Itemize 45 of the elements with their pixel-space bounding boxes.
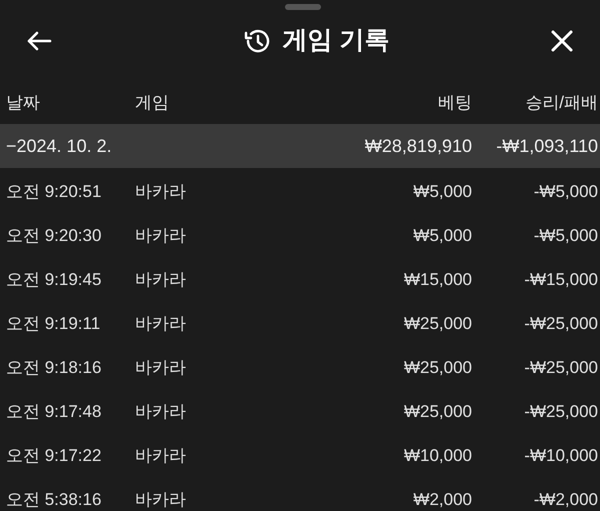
bet-cell-text: ₩25,000 — [402, 313, 472, 336]
result-cell-text: -₩5,000 — [532, 225, 599, 248]
time-cell-text: 오전 9:19:45 — [5, 269, 102, 292]
date-group-row[interactable]: −2024. 10. 2. ₩28,819,910 -₩1,093,110 — [0, 124, 600, 168]
result-cell-text: -₩25,000 — [523, 401, 599, 424]
group-result-total: -₩1,093,110 — [495, 134, 599, 158]
game-cell-text: 바카라 — [135, 401, 187, 424]
game-cell-text: 바카라 — [135, 269, 187, 292]
game-cell-text: 바카라 — [135, 313, 187, 336]
bet-cell-text: ₩25,000 — [402, 357, 472, 380]
bet-cell-text: ₩5,000 — [412, 181, 472, 204]
close-icon[interactable] — [550, 29, 574, 53]
column-header: 날짜 — [5, 92, 41, 114]
column-header: 베팅 — [437, 92, 472, 114]
result-cell-text: -₩10,000 — [523, 445, 599, 468]
history-icon — [242, 28, 271, 54]
column-header: 승리/패배 — [524, 92, 599, 114]
bet-cell-text: ₩5,000 — [412, 225, 472, 248]
time-cell-text: 오전 9:19:11 — [5, 313, 102, 336]
bet-cell-text: ₩10,000 — [402, 445, 472, 468]
back-arrow-icon[interactable] — [26, 30, 52, 52]
time-cell-text: 오전 9:17:48 — [5, 401, 102, 424]
time-cell-text: 오전 9:20:51 — [5, 181, 102, 204]
drag-handle[interactable] — [285, 4, 321, 10]
group-date: −2024. 10. 2. — [5, 134, 113, 158]
time-cell-text: 오전 9:20:30 — [5, 225, 102, 248]
time-cell-text: 오전 9:17:22 — [5, 445, 102, 468]
result-cell-text: -₩25,000 — [523, 357, 599, 380]
group-bet-total: ₩28,819,910 — [364, 134, 472, 158]
game-cell-text: 바카라 — [135, 181, 187, 204]
time-cell-text: 오전 9:18:16 — [5, 357, 102, 380]
game-cell-text: 바카라 — [135, 225, 187, 248]
game-cell-text: 바카라 — [135, 489, 187, 511]
result-cell-text: -₩5,000 — [532, 181, 599, 204]
game-cell-text: 바카라 — [135, 357, 187, 380]
bet-cell-text: ₩2,000 — [412, 489, 472, 511]
result-cell-text: -₩25,000 — [523, 313, 599, 336]
window-title: 게임 기록 — [282, 25, 390, 56]
result-cell-text: -₩15,000 — [523, 269, 599, 292]
game-cell-text: 바카라 — [135, 445, 187, 468]
column-header: 게임 — [135, 92, 170, 114]
result-cell-text: -₩2,000 — [532, 489, 599, 511]
bet-cell-text: ₩15,000 — [402, 269, 472, 292]
bet-cell-text: ₩25,000 — [402, 401, 472, 424]
time-cell-text: 오전 5:38:16 — [5, 489, 102, 511]
